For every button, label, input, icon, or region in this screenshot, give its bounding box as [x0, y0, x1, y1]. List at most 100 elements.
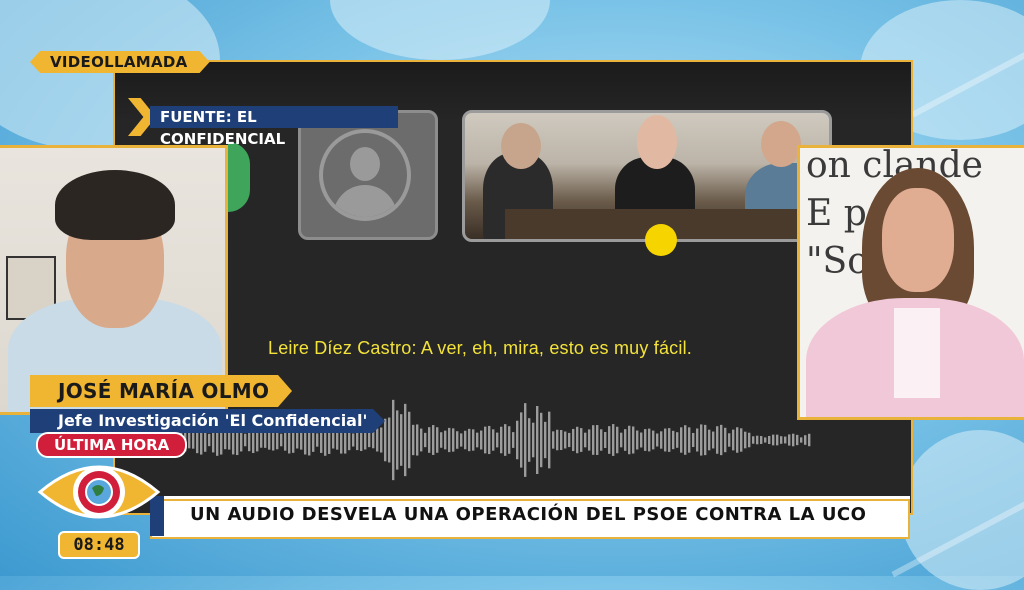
waveform-bar [556, 429, 559, 451]
waveform-bar [480, 430, 483, 450]
waveform-bar [652, 430, 655, 450]
source-tag: FUENTE: EL CONFIDENCIAL [128, 98, 398, 148]
waveform-bar [792, 433, 795, 447]
waveform-bar [268, 430, 271, 450]
waveform-bar [644, 429, 647, 451]
waveform-bar [300, 430, 303, 450]
waveform-bar [448, 427, 451, 453]
meeting-room-video-tile[interactable] [462, 110, 832, 242]
waveform-bar [476, 432, 479, 448]
waveform-bar [696, 428, 699, 452]
source-label: FUENTE: EL CONFIDENCIAL [150, 106, 398, 148]
host-shirt [894, 308, 940, 398]
waveform-bar [520, 412, 523, 468]
waveform-bar [576, 426, 579, 454]
waveform-bar [664, 428, 667, 452]
waveform-bar [332, 431, 335, 449]
waveform-bar [408, 411, 411, 469]
waveform-bar [680, 427, 683, 453]
waveform-bar [508, 426, 511, 454]
waveform-bar [500, 426, 503, 454]
waveform-bar [380, 427, 383, 453]
waveform-bar [440, 432, 443, 448]
waveform-bar [748, 432, 751, 448]
waveform-bar [788, 434, 791, 446]
user-silhouette-icon [319, 129, 411, 221]
waveform-bar [732, 429, 735, 451]
channel-eye-logo-icon [37, 465, 161, 519]
waveform-bar [760, 436, 763, 444]
guest-hair [55, 170, 175, 240]
waveform-bar [532, 422, 535, 458]
map-shape [330, 0, 550, 60]
waveform-bar [600, 429, 603, 451]
waveform-bar [740, 428, 743, 452]
waveform-bar [668, 428, 671, 452]
waveform-bar [376, 428, 379, 452]
host-face [882, 188, 954, 292]
waveform-bar [404, 403, 407, 477]
waveform-bar [540, 412, 543, 468]
waveform-bar [628, 425, 631, 455]
waveform-bar [568, 432, 571, 448]
waveform-bar [364, 430, 367, 450]
waveform-bar [244, 433, 247, 447]
waveform-bar [572, 428, 575, 452]
participant-head [637, 115, 677, 169]
waveform-bar [456, 431, 459, 449]
guest-name: JOSÉ MARÍA OLMO [58, 379, 270, 403]
waveform-bar [640, 432, 643, 448]
waveform-bar [592, 425, 595, 455]
waveform-bar [496, 432, 499, 448]
waveform-bar [776, 434, 779, 446]
waveform-bar [768, 435, 771, 445]
waveform-bar [420, 428, 423, 452]
broadcast-clock: 08:48 [58, 531, 140, 559]
waveform-bar [584, 432, 587, 448]
waveform-bar [604, 432, 607, 448]
waveform-bar [764, 437, 767, 443]
waveform-bar [372, 431, 375, 449]
waveform-bar [660, 431, 663, 449]
waveform-bar [280, 433, 283, 447]
waveform-bar [276, 430, 279, 450]
waveform-bar [524, 403, 527, 477]
waveform-bar [588, 429, 591, 451]
waveform-bar [228, 430, 231, 450]
waveform-bar [336, 430, 339, 450]
waveform-bar [752, 436, 755, 444]
waveform-bar [352, 433, 355, 447]
waveform-bar [444, 430, 447, 450]
waveform-bar [560, 430, 563, 450]
waveform-bar [464, 430, 467, 450]
waveform-bar [192, 431, 195, 449]
waveform-bar [484, 426, 487, 454]
waveform-bar [700, 424, 703, 456]
waveform-bar [724, 427, 727, 453]
waveform-bar [656, 433, 659, 447]
waveform-bar [384, 418, 387, 462]
waveform-bar [636, 430, 639, 450]
headline-text: UN AUDIO DESVELA UNA OPERACIÓN DEL PSOE … [190, 504, 867, 525]
waveform-bar [552, 431, 555, 449]
waveform-bar [672, 430, 675, 450]
waveform-bar [424, 432, 427, 448]
waveform-bar [208, 433, 211, 447]
waveform-bar [708, 429, 711, 451]
waveform-bar [472, 429, 475, 451]
waveform-bar [504, 424, 507, 456]
waveform-bar [492, 429, 495, 451]
waveform-bar [264, 432, 267, 448]
waveform-bar [716, 426, 719, 454]
silhouette-head [350, 147, 380, 181]
waveform-bar [728, 433, 731, 447]
waveform-bar [452, 428, 455, 452]
waveform-bar [608, 426, 611, 454]
waveform-bar [468, 428, 471, 452]
audio-subtitle: Leire Díez Castro: A ver, eh, mira, esto… [268, 338, 692, 358]
speaking-indicator-dot [645, 224, 677, 256]
waveform-bar [412, 424, 415, 456]
participant-head [761, 121, 801, 167]
waveform-bar [224, 430, 227, 450]
call-button[interactable] [228, 142, 250, 212]
